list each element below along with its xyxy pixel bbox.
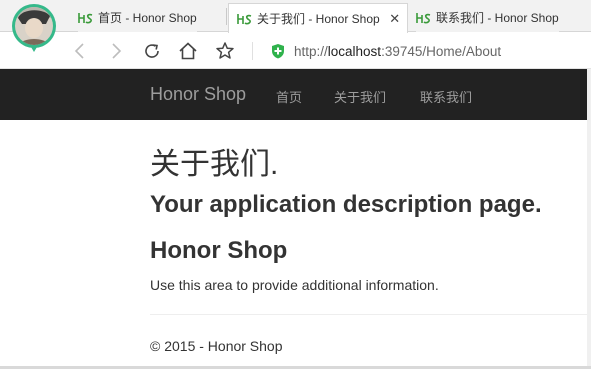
site-navbar: Honor Shop 首页 关于我们 联系我们 [0,69,587,120]
forward-button[interactable] [104,39,128,63]
browser-tabstrip: 首页 - Honor Shop 关于我们 - Honor Shop ✕ 联系我们… [0,0,591,33]
nav-link-home[interactable]: 首页 [276,87,302,106]
section-heading: Honor Shop [150,237,288,264]
home-button[interactable] [176,39,200,63]
footer-divider [150,314,587,315]
section-paragraph: Use this area to provide additional info… [150,277,439,293]
refresh-button[interactable] [140,39,164,63]
url-host: localhost [327,43,382,59]
url-path: :39745/Home/About [381,43,502,59]
home-icon [179,42,197,60]
profile-avatar[interactable] [10,4,58,54]
page-subtitle: Your application description page. [150,191,542,218]
security-shield-icon [272,44,284,59]
tab-about[interactable]: 关于我们 - Honor Shop ✕ [228,3,408,33]
toolbar-divider [252,42,253,60]
back-button[interactable] [68,39,92,63]
tab-about-title: 关于我们 - Honor Shop [257,12,380,26]
browser-toolbar: http:// localhost :39745/Home/About [0,32,591,69]
address-bar[interactable]: http:// localhost :39745/Home/About [270,39,501,63]
tab-separator [226,8,227,25]
forward-arrow-icon [112,43,122,59]
back-arrow-icon [74,43,84,59]
navbar-brand[interactable]: Honor Shop [150,84,246,105]
url-scheme: http:// [294,43,328,59]
tab-contact[interactable]: 联系我们 - Honor Shop [416,3,559,32]
nav-link-contact[interactable]: 联系我们 [420,87,472,106]
site-favicon-icon [78,12,93,23]
tab-contact-title: 联系我们 - Honor Shop [436,11,559,25]
favorite-button[interactable] [213,39,237,63]
tab-home[interactable]: 首页 - Honor Shop [78,3,197,32]
footer-copyright: © 2015 - Honor Shop [150,338,283,354]
window-right-edge [587,69,591,369]
tab-home-title: 首页 - Honor Shop [98,11,197,25]
page-title: 关于我们. [150,148,279,181]
favorite-star-icon [216,42,234,59]
site-favicon-icon [416,12,431,23]
refresh-icon [145,44,159,58]
nav-link-about[interactable]: 关于我们 [334,87,386,106]
tab-close-icon[interactable]: ✕ [388,11,402,27]
site-favicon-icon [237,13,252,24]
